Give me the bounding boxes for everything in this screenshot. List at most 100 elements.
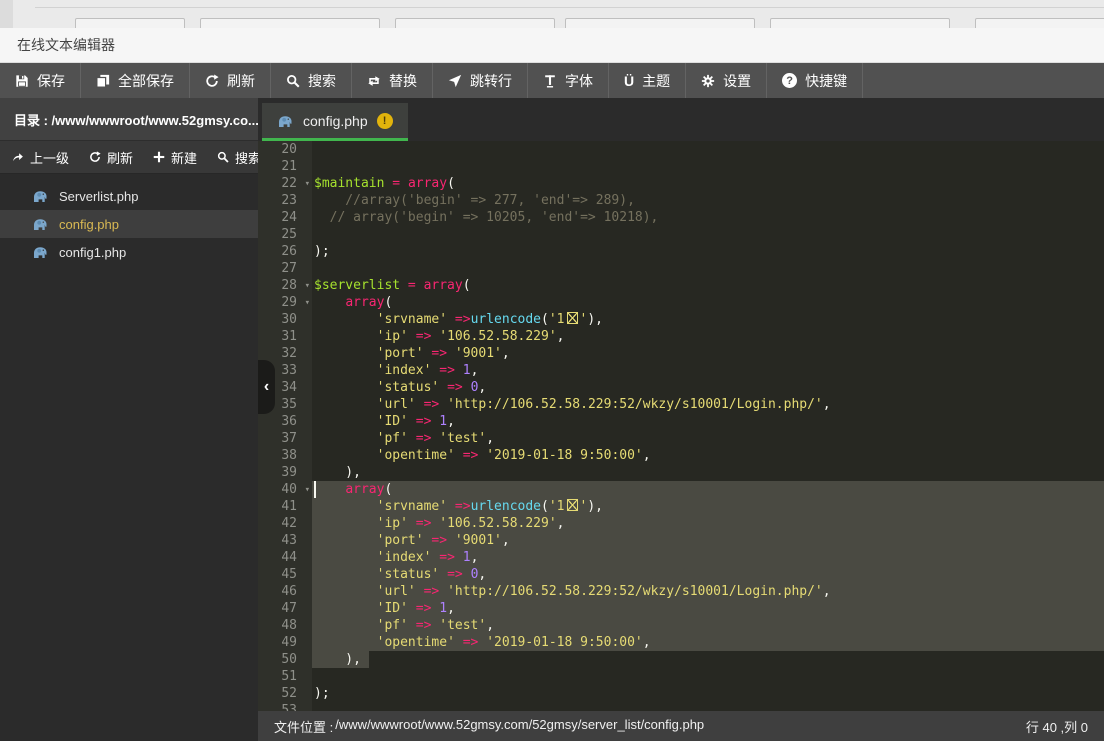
code-line-content[interactable] <box>312 158 1104 175</box>
code-editor[interactable]: 202122▾$maintain = array(23 //array('beg… <box>258 141 1104 711</box>
code-line-content[interactable]: 'status' => 0, <box>312 566 1104 583</box>
replace-label: 替换 <box>389 71 417 91</box>
code-line-content[interactable]: 'ip' => '106.52.58.229', <box>312 328 1104 345</box>
code-line-53[interactable]: 53 <box>258 702 1104 711</box>
new-file-button[interactable]: 新建 <box>153 148 197 167</box>
code-line-content[interactable]: 'srvname' =>urlencode('1'), <box>312 311 1104 328</box>
sidebar-collapse-handle[interactable]: ‹ <box>258 360 275 414</box>
fold-arrow-icon[interactable]: ▾ <box>305 176 310 193</box>
code-token: urlencode <box>471 499 541 514</box>
code-line-content[interactable]: 'srvname' =>urlencode('1'), <box>312 498 1104 515</box>
code-line-34[interactable]: 34 'status' => 0, <box>258 379 1104 396</box>
settings-button[interactable]: 设置 <box>686 63 767 98</box>
code-line-46[interactable]: 46 'url' => 'http://106.52.58.229:52/wkz… <box>258 583 1104 600</box>
up-level-button[interactable]: 上一级 <box>12 148 69 167</box>
code-line-24[interactable]: 24 // array('begin' => 10205, 'end'=> 10… <box>258 209 1104 226</box>
code-line-content[interactable]: ), <box>312 464 1104 481</box>
code-line-50[interactable]: 50 ), <box>258 651 1104 668</box>
sidebar-refresh-button[interactable]: 刷新 <box>89 148 133 167</box>
code-line-51[interactable]: 51 <box>258 668 1104 685</box>
code-line-content[interactable]: array( <box>312 481 1104 498</box>
code-line-content[interactable]: 'index' => 1, <box>312 549 1104 566</box>
code-line-content[interactable]: ); <box>312 685 1104 702</box>
code-token: , <box>502 533 510 548</box>
code-line-content[interactable]: 'index' => 1, <box>312 362 1104 379</box>
code-line-content[interactable]: 'pf' => 'test', <box>312 617 1104 634</box>
code-line-content[interactable]: 'ip' => '106.52.58.229', <box>312 515 1104 532</box>
file-item-config-php[interactable]: config.php <box>0 210 258 238</box>
code-line-32[interactable]: 32 'port' => '9001', <box>258 345 1104 362</box>
save-all-button[interactable]: 全部保存 <box>81 63 190 98</box>
code-line-content[interactable] <box>312 260 1104 277</box>
code-line-20[interactable]: 20 <box>258 141 1104 158</box>
code-line-38[interactable]: 38 'opentime' => '2019-01-18 9:50:00', <box>258 447 1104 464</box>
code-line-content[interactable]: $maintain = array( <box>312 175 1104 192</box>
code-line-content[interactable]: 'port' => '9001', <box>312 532 1104 549</box>
save-button[interactable]: 保存 <box>0 63 81 98</box>
code-line-content[interactable] <box>312 702 1104 711</box>
code-line-52[interactable]: 52); <box>258 685 1104 702</box>
font-button[interactable]: 字体 <box>528 63 609 98</box>
code-line-37[interactable]: 37 'pf' => 'test', <box>258 430 1104 447</box>
fold-arrow-icon[interactable]: ▾ <box>305 482 310 499</box>
code-line-content[interactable]: 'port' => '9001', <box>312 345 1104 362</box>
code-line-content[interactable] <box>312 141 1104 158</box>
code-line-49[interactable]: 49 'opentime' => '2019-01-18 9:50:00', <box>258 634 1104 651</box>
code-line-content[interactable]: ), <box>312 651 1104 668</box>
code-line-content[interactable]: $serverlist = array( <box>312 277 1104 294</box>
refresh-button[interactable]: 刷新 <box>190 63 271 98</box>
goto-line-button[interactable]: 跳转行 <box>433 63 528 98</box>
code-line-22[interactable]: 22▾$maintain = array( <box>258 175 1104 192</box>
code-line-29[interactable]: 29▾ array( <box>258 294 1104 311</box>
theme-button[interactable]: Ü 主题 <box>609 63 686 98</box>
code-line-content[interactable]: 'url' => 'http://106.52.58.229:52/wkzy/s… <box>312 583 1104 600</box>
code-line-content[interactable]: // array('begin' => 10205, 'end'=> 10218… <box>312 209 1104 226</box>
code-line-39[interactable]: 39 ), <box>258 464 1104 481</box>
code-line-content[interactable]: array( <box>312 294 1104 311</box>
code-line-content[interactable]: 'pf' => 'test', <box>312 430 1104 447</box>
replace-button[interactable]: 替换 <box>352 63 433 98</box>
code-line-26[interactable]: 26); <box>258 243 1104 260</box>
code-line-36[interactable]: 36 'ID' => 1, <box>258 413 1104 430</box>
code-line-27[interactable]: 27 <box>258 260 1104 277</box>
code-line-25[interactable]: 25 <box>258 226 1104 243</box>
code-line-content[interactable]: 'ID' => 1, <box>312 600 1104 617</box>
code-line-41[interactable]: 41 'srvname' =>urlencode('1'), <box>258 498 1104 515</box>
code-line-content[interactable]: ); <box>312 243 1104 260</box>
code-line-21[interactable]: 21 <box>258 158 1104 175</box>
code-line-content[interactable]: 'opentime' => '2019-01-18 9:50:00', <box>312 634 1104 651</box>
code-line-35[interactable]: 35 'url' => 'http://106.52.58.229:52/wkz… <box>258 396 1104 413</box>
code-line-44[interactable]: 44 'index' => 1, <box>258 549 1104 566</box>
code-line-42[interactable]: 42 'ip' => '106.52.58.229', <box>258 515 1104 532</box>
code-line-43[interactable]: 43 'port' => '9001', <box>258 532 1104 549</box>
shortcuts-button[interactable]: ? 快捷键 <box>767 63 863 98</box>
code-token <box>439 584 447 599</box>
code-line-content[interactable]: 'opentime' => '2019-01-18 9:50:00', <box>312 447 1104 464</box>
tab-config-php[interactable]: config.php ! <box>262 103 408 141</box>
code-line-content[interactable] <box>312 668 1104 685</box>
sidebar-search-button[interactable]: 搜索 <box>217 148 258 167</box>
code-line-40[interactable]: 40▾ array( <box>258 481 1104 498</box>
line-number: 39 <box>258 464 312 481</box>
code-line-45[interactable]: 45 'status' => 0, <box>258 566 1104 583</box>
file-item-serverlist-php[interactable]: Serverlist.php <box>0 182 258 210</box>
code-token: => <box>431 533 447 548</box>
code-line-content[interactable]: 'ID' => 1, <box>312 413 1104 430</box>
cursor-position: 行 40 ,列 0 <box>1026 717 1088 736</box>
code-line-content[interactable]: //array('begin' => 277, 'end'=> 289), <box>312 192 1104 209</box>
code-line-28[interactable]: 28▾$serverlist = array( <box>258 277 1104 294</box>
code-line-31[interactable]: 31 'ip' => '106.52.58.229', <box>258 328 1104 345</box>
file-item-config1-php[interactable]: config1.php <box>0 238 258 266</box>
code-line-content[interactable] <box>312 226 1104 243</box>
code-line-content[interactable]: 'url' => 'http://106.52.58.229:52/wkzy/s… <box>312 396 1104 413</box>
code-line-48[interactable]: 48 'pf' => 'test', <box>258 617 1104 634</box>
code-line-33[interactable]: 33 'index' => 1, <box>258 362 1104 379</box>
code-line-47[interactable]: 47 'ID' => 1, <box>258 600 1104 617</box>
code-line-23[interactable]: 23 //array('begin' => 277, 'end'=> 289), <box>258 192 1104 209</box>
code-line-content[interactable]: 'status' => 0, <box>312 379 1104 396</box>
code-token <box>408 516 416 531</box>
search-button[interactable]: 搜索 <box>271 63 352 98</box>
fold-arrow-icon[interactable]: ▾ <box>305 295 310 312</box>
code-line-30[interactable]: 30 'srvname' =>urlencode('1'), <box>258 311 1104 328</box>
fold-arrow-icon[interactable]: ▾ <box>305 278 310 295</box>
